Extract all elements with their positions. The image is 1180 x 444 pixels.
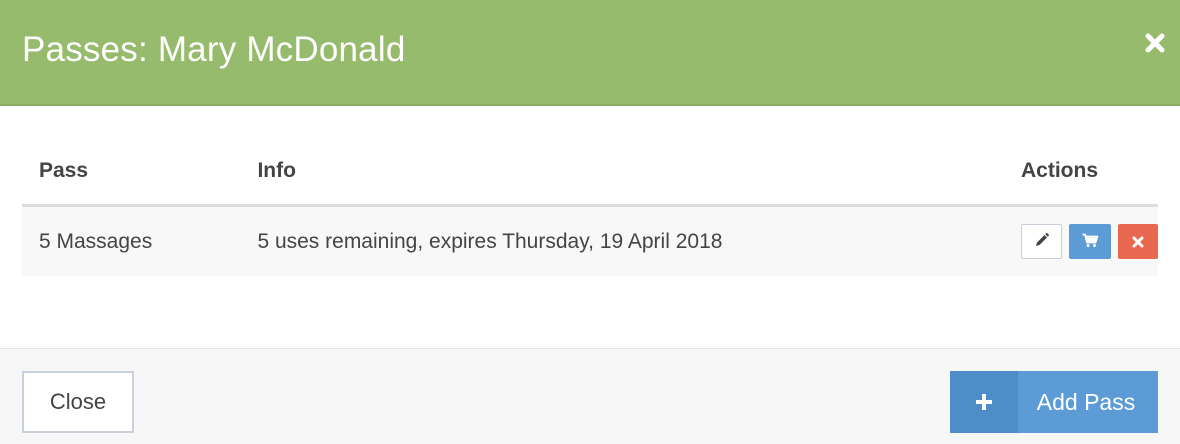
- passes-table: Pass Info Actions 5 Massages 5 uses rema…: [22, 138, 1158, 276]
- column-header-info: Info: [240, 138, 1004, 207]
- pass-name-cell: 5 Massages: [22, 205, 241, 276]
- cart-icon: [1082, 230, 1099, 254]
- close-icon[interactable]: [1144, 32, 1166, 54]
- modal-title: Passes: Mary McDonald: [22, 30, 406, 69]
- close-button[interactable]: Close: [22, 371, 134, 433]
- actions-cell: [1004, 205, 1158, 276]
- modal-footer: Close Add Pass: [0, 348, 1180, 444]
- plus-icon: [950, 371, 1018, 433]
- modal-body: Pass Info Actions 5 Massages 5 uses rema…: [22, 138, 1158, 276]
- column-header-pass: Pass: [22, 138, 241, 207]
- edit-pass-button[interactable]: [1021, 224, 1062, 259]
- table-row: 5 Massages 5 uses remaining, expires Thu…: [22, 205, 1158, 276]
- row-actions: [1021, 224, 1158, 259]
- table-header-row: Pass Info Actions: [22, 138, 1158, 207]
- pencil-icon: [1034, 230, 1050, 254]
- add-pass-label: Add Pass: [1036, 388, 1136, 415]
- column-header-actions: Actions: [1004, 138, 1158, 207]
- passes-modal: Passes: Mary McDonald Pass Info Actions …: [0, 0, 1180, 444]
- delete-pass-button[interactable]: [1118, 224, 1158, 259]
- x-icon: [1132, 230, 1144, 254]
- add-pass-button[interactable]: Add Pass: [950, 371, 1158, 433]
- pass-info-cell: 5 uses remaining, expires Thursday, 19 A…: [240, 205, 1004, 276]
- purchase-pass-button[interactable]: [1069, 224, 1111, 259]
- modal-header: Passes: Mary McDonald: [0, 0, 1180, 106]
